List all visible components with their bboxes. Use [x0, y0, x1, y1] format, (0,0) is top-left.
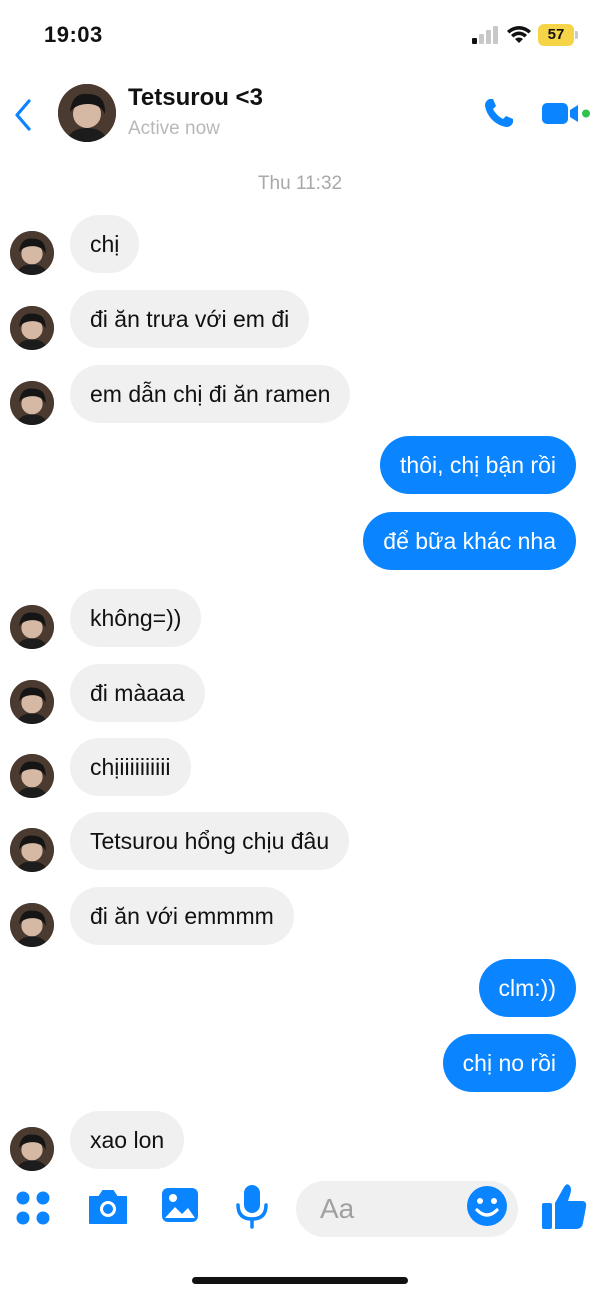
sender-avatar[interactable] [10, 903, 54, 947]
home-indicator [192, 1277, 408, 1284]
incoming-message[interactable]: đi màaaa [70, 664, 205, 722]
like-icon[interactable] [540, 1181, 588, 1231]
message-row: để bữa khác nha [0, 510, 600, 572]
message-row: đi ăn với emmmm [0, 885, 600, 947]
message-row: em dẫn chị đi ăn ramen [0, 363, 600, 425]
message-row: xao lon [0, 1109, 600, 1171]
incoming-message[interactable]: em dẫn chị đi ăn ramen [70, 365, 351, 423]
sender-avatar[interactable] [10, 381, 54, 425]
phone-icon[interactable] [482, 96, 516, 130]
status-bar: 19:03 57 [0, 0, 600, 70]
gallery-icon[interactable] [160, 1185, 200, 1225]
message-row: chịiiiiiiiiii [0, 736, 600, 798]
chat-header: Tetsurou <3 Active now [0, 78, 600, 150]
message-row: không=)) [0, 587, 600, 649]
message-row: Tetsurou hổng chịu đâu [0, 810, 600, 872]
battery-tip [575, 31, 578, 39]
microphone-icon[interactable] [234, 1183, 270, 1229]
wifi-icon [507, 26, 531, 43]
sender-avatar[interactable] [10, 306, 54, 350]
sender-avatar[interactable] [10, 231, 54, 275]
message-row: clm:)) [0, 957, 600, 1019]
sender-avatar[interactable] [10, 1127, 54, 1171]
message-row: chị no rồi [0, 1032, 600, 1094]
incoming-message[interactable]: xao lon [70, 1111, 185, 1169]
message-input-placeholder: Aa [320, 1193, 355, 1224]
message-row: đi ăn trưa với em đi [0, 288, 600, 350]
message-row: đi màaaa [0, 662, 600, 724]
video-icon[interactable] [540, 98, 592, 128]
emoji-icon[interactable] [466, 1185, 508, 1227]
outgoing-message[interactable]: để bữa khác nha [363, 512, 576, 570]
sender-avatar[interactable] [10, 605, 54, 649]
message-composer: Aa [0, 1175, 600, 1245]
incoming-message[interactable]: không=)) [70, 589, 202, 647]
outgoing-message[interactable]: chị no rồi [442, 1034, 576, 1092]
incoming-message[interactable]: Tetsurou hổng chịu đâu [70, 812, 350, 870]
incoming-message[interactable]: đi ăn trưa với em đi [70, 290, 310, 348]
incoming-message[interactable]: chị [70, 215, 140, 273]
contact-status: Active now [128, 118, 220, 139]
incoming-message[interactable]: chịiiiiiiiiii [70, 738, 191, 796]
outgoing-message[interactable]: thôi, chị bận rồi [380, 436, 576, 494]
camera-icon[interactable] [86, 1187, 130, 1227]
incoming-message[interactable]: đi ăn với emmmm [70, 887, 294, 945]
apps-icon[interactable] [14, 1189, 54, 1229]
chat-timestamp: Thu 11:32 [257, 173, 343, 194]
status-time: 19:03 [44, 22, 103, 47]
battery-indicator: 57 [538, 24, 574, 46]
back-icon[interactable] [12, 98, 34, 132]
sender-avatar[interactable] [10, 754, 54, 798]
outgoing-message[interactable]: clm:)) [478, 959, 576, 1017]
message-row: chị [0, 213, 600, 275]
sender-avatar[interactable] [10, 680, 54, 724]
cellular-signal-icon [472, 26, 498, 44]
sender-avatar[interactable] [10, 828, 54, 872]
contact-name[interactable]: Tetsurou <3 [128, 84, 263, 112]
message-row: thôi, chị bận rồi [0, 434, 600, 496]
contact-avatar[interactable] [58, 84, 116, 142]
